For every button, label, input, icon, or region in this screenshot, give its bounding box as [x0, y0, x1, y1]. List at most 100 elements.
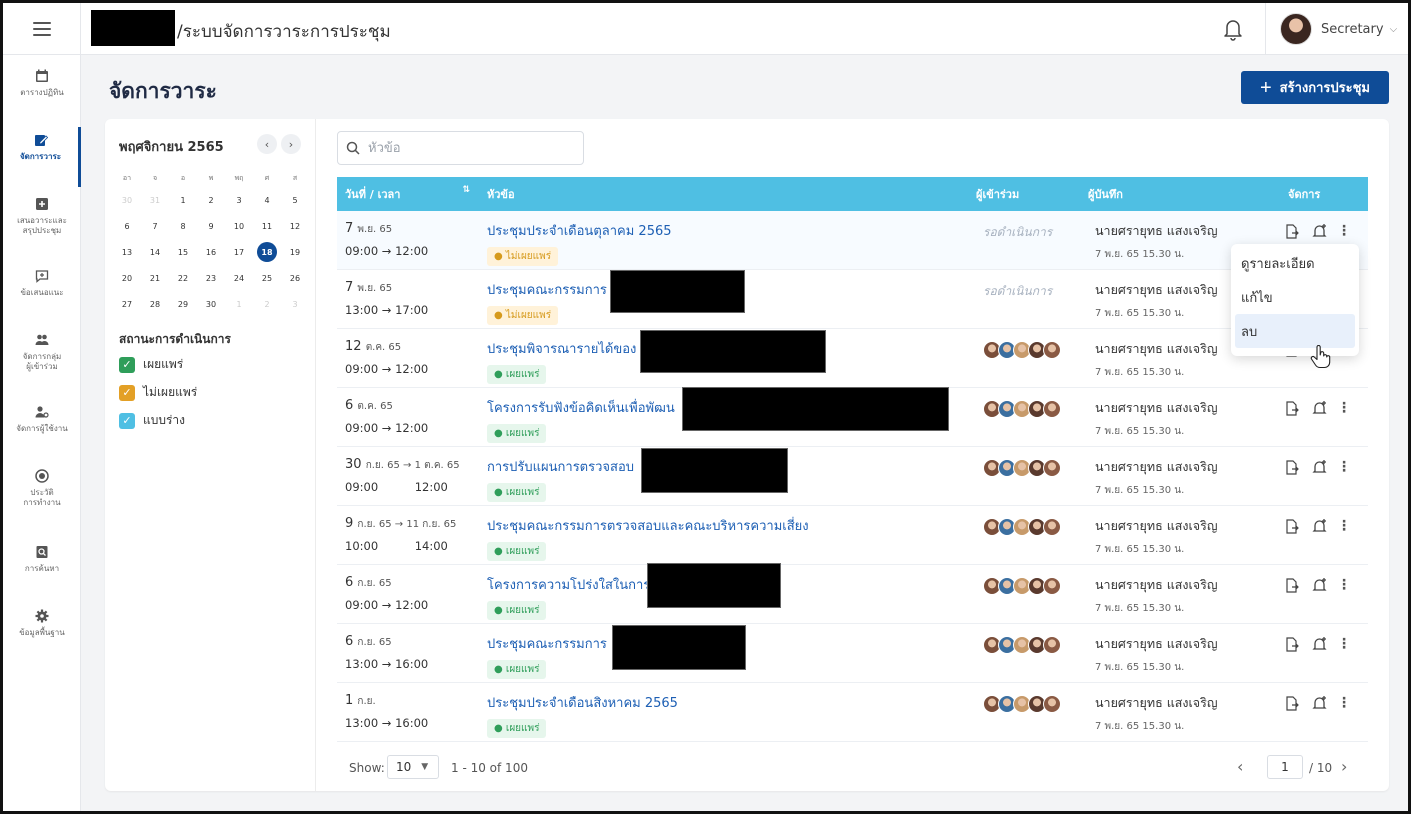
sidebar-item-agenda[interactable]: จัดการวาระ [3, 127, 81, 187]
notify-bell-icon[interactable] [1309, 634, 1331, 654]
more-options-icon[interactable]: ⋮ [1337, 636, 1351, 652]
hamburger-menu-icon[interactable] [32, 22, 51, 36]
attendee-avatars[interactable] [983, 636, 1061, 654]
table-row: 7 พ.ย. 65 09:00 → 12:00 ประชุมประจำเดือนตุ… [337, 211, 1368, 270]
sidebar-item-history[interactable]: ประวัติ การทำงาน [3, 463, 81, 523]
calendar-day[interactable]: 2 [197, 187, 225, 213]
calendar-day[interactable]: 3 [225, 187, 253, 213]
calendar-day[interactable]: 22 [169, 265, 197, 291]
topic-link[interactable]: โครงการรับฟังข้อคิดเห็นเพื่อพัฒน [487, 397, 675, 418]
calendar-day[interactable]: 5 [281, 187, 309, 213]
topic-link[interactable]: การปรับแผนการตรวจสอบ [487, 456, 634, 477]
create-meeting-button[interactable]: + สร้างการประชุม [1241, 71, 1389, 104]
export-doc-icon[interactable] [1281, 634, 1303, 654]
calendar-day[interactable]: 7 [141, 213, 169, 239]
topic-link[interactable]: ประชุมประจำเดือนตุลาคม 2565 [487, 220, 672, 241]
export-doc-icon[interactable] [1281, 693, 1303, 713]
topic-link[interactable]: ประชุมคณะกรรมการ [487, 633, 607, 654]
sidebar-item-calendar[interactable]: ตารางปฏิทิน [3, 63, 81, 123]
page-number-input[interactable] [1267, 755, 1303, 779]
menu-item-delete[interactable]: ลบ [1235, 314, 1355, 348]
calendar-day[interactable]: 9 [197, 213, 225, 239]
topic-link[interactable]: โครงการความโปร่งใสในการ [487, 574, 650, 595]
calendar-day[interactable]: 16 [197, 239, 225, 265]
calendar-day[interactable]: 4 [253, 187, 281, 213]
topic-link[interactable]: ประชุมคณะกรรมการ [487, 279, 607, 300]
calendar-day[interactable]: 25 [253, 265, 281, 291]
more-options-icon[interactable]: ⋮ [1337, 518, 1351, 534]
sidebar-item-feedback[interactable]: ข้อเสนอแนะ [3, 263, 81, 323]
attendee-avatars[interactable] [983, 459, 1061, 477]
export-doc-icon[interactable] [1281, 516, 1303, 536]
calendar-day[interactable]: 14 [141, 239, 169, 265]
calendar-day[interactable]: 23 [197, 265, 225, 291]
calendar-day[interactable]: 10 [225, 213, 253, 239]
menu-item-view-details[interactable]: ดูรายละเอียด [1231, 246, 1359, 280]
status-filter-published[interactable]: ✓ เผยแพร่ [119, 355, 183, 374]
export-doc-icon[interactable] [1281, 575, 1303, 595]
calendar-day[interactable]: 1 [225, 291, 253, 317]
sidebar-item-users[interactable]: จัดการผู้ใช้งาน [3, 399, 81, 459]
export-doc-icon[interactable] [1281, 457, 1303, 477]
status-filter-draft[interactable]: ✓ แบบร่าง [119, 411, 185, 430]
sidebar-item-master-data[interactable]: ข้อมูลพื้นฐาน [3, 603, 81, 663]
notify-bell-icon[interactable] [1309, 398, 1331, 418]
attendee-avatars[interactable] [983, 695, 1061, 713]
attendee-avatars[interactable] [983, 400, 1061, 418]
calendar-next-button[interactable]: › [281, 134, 301, 154]
calendar-day[interactable]: 19 [281, 239, 309, 265]
more-options-icon[interactable]: ⋮ [1337, 223, 1351, 239]
sidebar-item-groups[interactable]: จัดการกลุ่ม ผู้เข้าร่วม [3, 327, 81, 387]
calendar-day-selected[interactable]: 18 [253, 239, 281, 265]
calendar-day[interactable]: 30 [113, 187, 141, 213]
search-input[interactable] [368, 140, 568, 156]
sidebar-item-propose[interactable]: เสนอวาระและ สรุปประชุม [3, 191, 81, 251]
more-options-icon[interactable]: ⋮ [1337, 577, 1351, 593]
more-options-icon[interactable]: ⋮ [1337, 695, 1351, 711]
notify-bell-icon[interactable] [1309, 516, 1331, 536]
calendar-day[interactable]: 31 [141, 187, 169, 213]
calendar-day[interactable]: 20 [113, 265, 141, 291]
page-size-select[interactable]: 10 ▼ [387, 755, 439, 779]
calendar-day[interactable]: 30 [197, 291, 225, 317]
calendar-day[interactable]: 27 [113, 291, 141, 317]
calendar-day[interactable]: 8 [169, 213, 197, 239]
prev-page-button[interactable]: ‹ [1237, 757, 1243, 776]
calendar-day[interactable]: 3 [281, 291, 309, 317]
more-options-icon[interactable]: ⋮ [1337, 459, 1351, 475]
calendar-day[interactable]: 17 [225, 239, 253, 265]
calendar-day[interactable]: 26 [281, 265, 309, 291]
notify-bell-icon[interactable] [1309, 693, 1331, 713]
attendee-avatars[interactable] [983, 518, 1061, 536]
sidebar-item-search[interactable]: การค้นหา [3, 539, 81, 599]
calendar-prev-button[interactable]: ‹ [257, 134, 277, 154]
export-doc-icon[interactable] [1281, 221, 1303, 241]
topic-link[interactable]: ประชุมคณะกรรมการตรวจสอบและคณะบริหารความเ… [487, 515, 809, 536]
next-page-button[interactable]: › [1341, 757, 1347, 776]
topic-link[interactable]: ประชุมพิจารณารายได้ของ [487, 338, 636, 359]
header-date[interactable]: วันที่ / เวลา ⇅ [337, 185, 480, 203]
calendar-day[interactable]: 29 [169, 291, 197, 317]
notify-bell-icon[interactable] [1309, 457, 1331, 477]
menu-item-edit[interactable]: แก้ไข [1231, 280, 1359, 314]
calendar-day[interactable]: 11 [253, 213, 281, 239]
notification-bell-icon[interactable] [1221, 16, 1245, 42]
topic-link[interactable]: ประชุมประจำเดือนสิงหาคม 2565 [487, 692, 678, 713]
status-filter-unpublished[interactable]: ✓ ไม่เผยแพร่ [119, 383, 197, 402]
calendar-day[interactable]: 21 [141, 265, 169, 291]
notify-bell-icon[interactable] [1309, 575, 1331, 595]
calendar-day[interactable]: 13 [113, 239, 141, 265]
more-options-icon[interactable]: ⋮ [1337, 400, 1351, 416]
notify-bell-icon[interactable] [1309, 221, 1331, 241]
calendar-day[interactable]: 28 [141, 291, 169, 317]
calendar-day[interactable]: 6 [113, 213, 141, 239]
attendee-avatars[interactable] [983, 577, 1061, 595]
calendar-day[interactable]: 15 [169, 239, 197, 265]
calendar-day[interactable]: 1 [169, 187, 197, 213]
calendar-day[interactable]: 24 [225, 265, 253, 291]
calendar-day[interactable]: 12 [281, 213, 309, 239]
export-doc-icon[interactable] [1281, 398, 1303, 418]
user-menu[interactable]: Secretary ⌵ [1265, 3, 1408, 55]
attendee-avatars[interactable] [983, 341, 1061, 359]
calendar-day[interactable]: 2 [253, 291, 281, 317]
